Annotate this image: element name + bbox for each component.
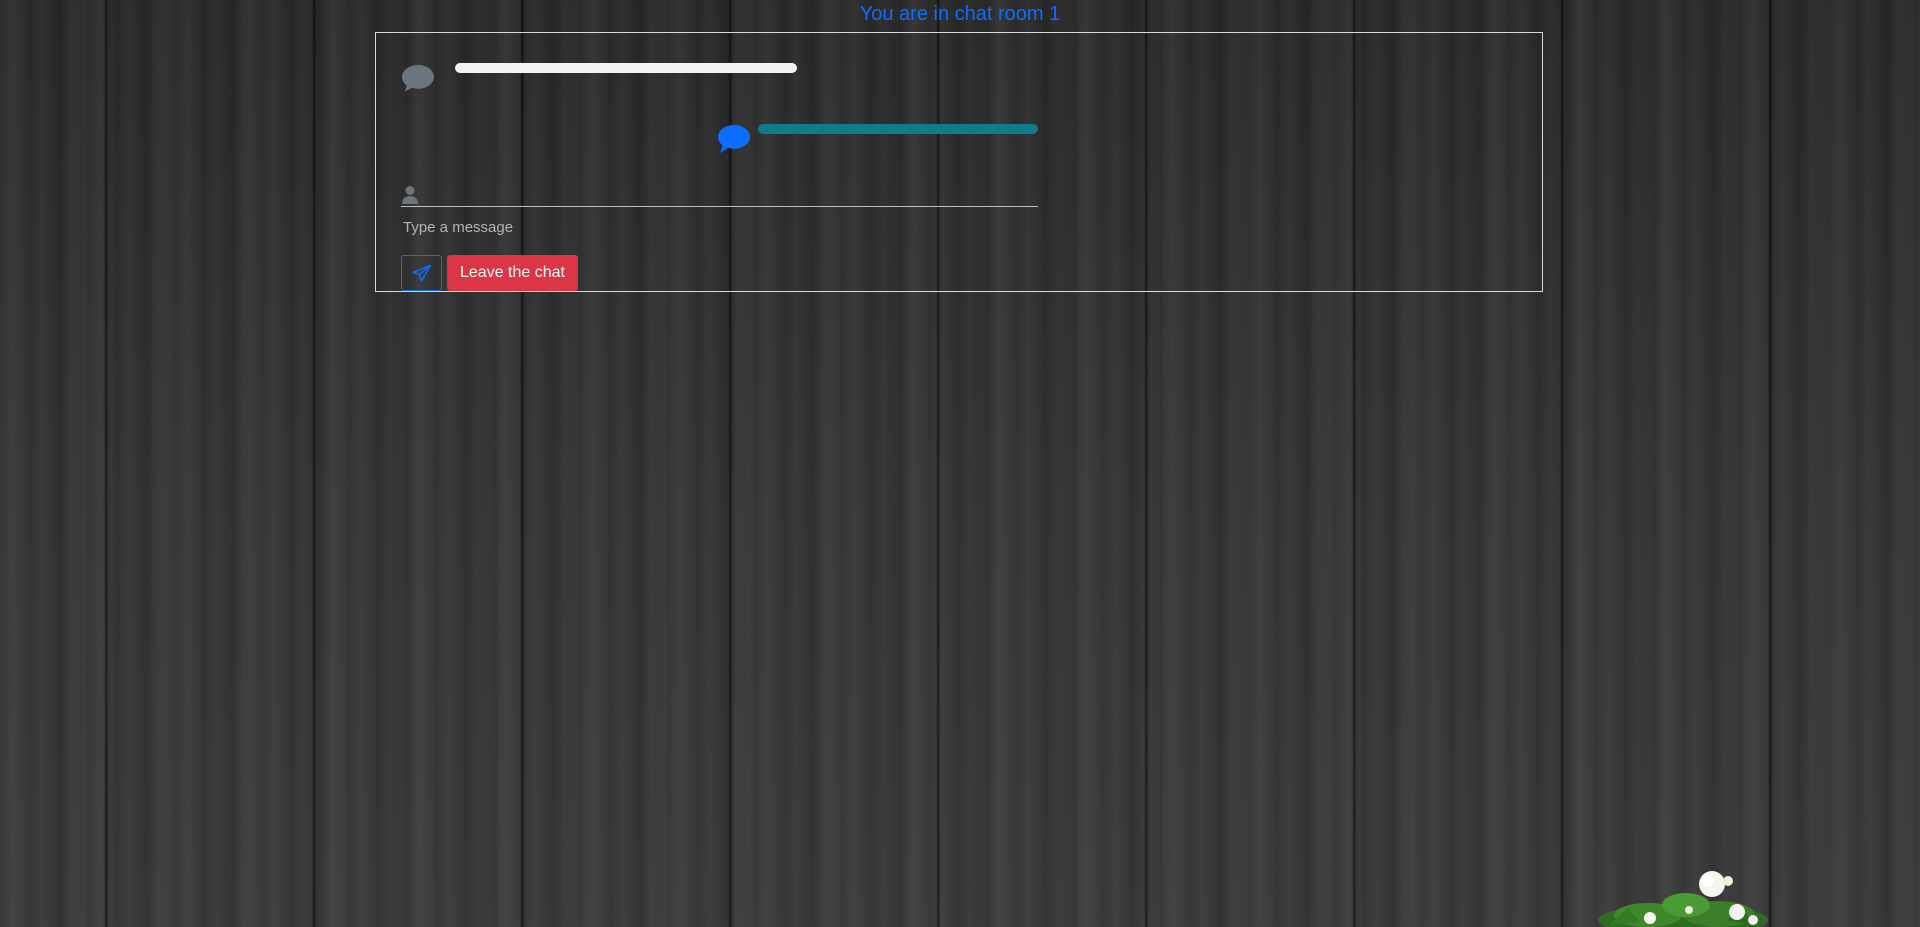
divider xyxy=(401,206,1038,207)
flower-bouquet-image xyxy=(1598,871,1768,927)
leave-chat-button[interactable]: Leave the chat xyxy=(447,255,578,291)
message-text-redacted xyxy=(758,124,1038,134)
chat-box: Leave the chat xyxy=(375,32,1543,292)
page-title: You are in chat room 1 xyxy=(859,3,1061,25)
send-button[interactable] xyxy=(401,255,442,291)
message-text-redacted xyxy=(455,63,797,73)
chat-bubble-icon xyxy=(718,125,750,153)
user-icon xyxy=(402,186,418,204)
chat-bubble-icon xyxy=(402,65,434,92)
message-input[interactable] xyxy=(401,213,1042,241)
paper-plane-icon xyxy=(411,264,431,282)
